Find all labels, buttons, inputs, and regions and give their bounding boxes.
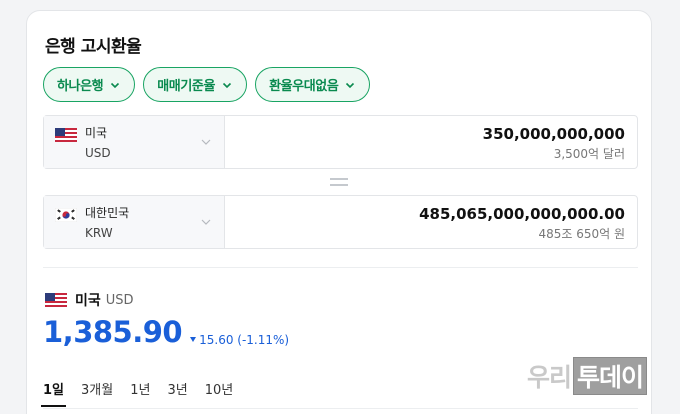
rate-display: 1,385.90 15.60 (-1.11%) [43,315,289,349]
current-rate: 1,385.90 [43,315,183,349]
to-amount-field[interactable]: 485,065,000,000,000.00 485조 650억 원 [225,196,637,248]
rate-currency-code: USD [105,292,134,308]
rate-type-chip[interactable]: 매매기준율 [143,67,248,102]
period-tabs: 1일 3개월 1년 3년 10년 [40,379,250,407]
tab-3years[interactable]: 3년 [167,379,187,407]
rate-currency-header: 미국 USD [45,290,134,310]
to-currency-select[interactable]: 대한민국 KRW [44,196,225,248]
rate-change: 15.60 (-1.11%) [190,333,289,347]
bank-select-chip[interactable]: 하나은행 [43,67,136,102]
chip-label: 매매기준율 [157,79,216,94]
from-amount-words: 3,500억 달러 [553,147,625,161]
equals-icon [330,178,348,188]
filter-chips: 하나은행 매매기준율 환율우대없음 [43,67,371,102]
preferential-rate-chip[interactable]: 환율우대없음 [255,67,371,102]
converter-from-row: 미국 USD 350,000,000,000 3,500억 달러 [43,115,638,169]
tab-3months[interactable]: 3개월 [81,379,113,407]
card-title: 은행 고시환율 [45,37,142,57]
to-currency-code: KRW [85,226,113,240]
chip-label: 환율우대없음 [269,79,339,94]
kr-flag-icon [55,208,77,222]
converter-to-row: 대한민국 KRW 485,065,000,000,000.00 485조 650… [43,195,638,249]
chevron-down-icon [222,82,232,88]
to-amount: 485,065,000,000,000.00 [419,205,625,223]
tab-1year[interactable]: 1년 [130,379,150,407]
from-currency-select[interactable]: 미국 USD [44,116,225,168]
from-currency-code: USD [85,146,111,160]
tab-1day[interactable]: 1일 [40,379,67,407]
chevron-down-icon [346,82,355,88]
from-amount: 350,000,000,000 [482,125,625,143]
chip-label: 하나은행 [57,79,104,94]
rate-country-name: 미국 [75,293,101,309]
from-amount-field[interactable]: 350,000,000,000 3,500억 달러 [225,116,637,168]
watermark-logo: 우리 투데이 [527,357,648,395]
tab-10years[interactable]: 10년 [205,379,234,407]
down-triangle-icon [190,337,197,342]
exchange-rate-card: 은행 고시환율 하나은행 매매기준율 환율우대없음 미국 USD 350,000… [26,10,652,414]
chevron-down-icon [111,82,120,88]
to-amount-words: 485조 650억 원 [538,227,625,241]
section-divider [43,267,638,268]
chevron-down-icon [201,219,211,225]
us-flag-icon [45,293,67,307]
watermark-text-2: 투데이 [573,357,648,395]
chevron-down-icon [201,139,211,145]
watermark-text-1: 우리 [527,363,572,392]
rate-change-value: 15.60 (-1.11%) [199,332,290,347]
from-country-name: 미국 [85,126,108,140]
tabs-underline [43,408,638,409]
us-flag-icon [55,128,77,142]
to-country-name: 대한민국 [85,206,130,220]
